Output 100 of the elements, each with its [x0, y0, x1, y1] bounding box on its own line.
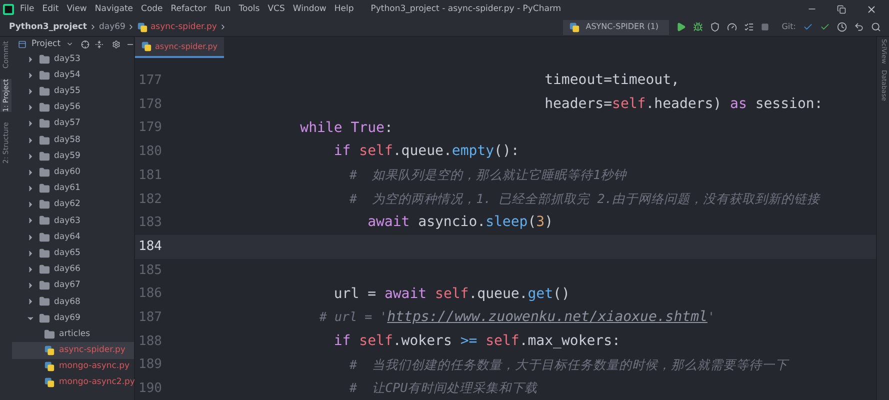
breadcrumb-item[interactable]: Python3_project	[9, 20, 87, 34]
line-number: 187	[138, 308, 162, 327]
tree-label: day56	[54, 101, 80, 114]
collapse-arrow-icon[interactable]	[26, 152, 35, 161]
folder-icon	[39, 150, 50, 162]
collapse-arrow-icon[interactable]	[26, 70, 35, 80]
collapse-arrow-icon[interactable]	[26, 232, 35, 242]
code-line: # 当我们创建的任务数量，大于目标任务数量的时候，那么就需要等待一下	[348, 356, 788, 374]
concurrency-icon[interactable]	[744, 22, 754, 32]
collapse-arrow-icon[interactable]	[26, 54, 35, 64]
debug-icon[interactable]	[692, 22, 703, 32]
settings-icon[interactable]	[112, 40, 120, 48]
code-line: # url = 'https://www.zuowenku.net/xiaoxue.shtml'	[318, 308, 715, 328]
collapse-arrow-icon[interactable]	[26, 248, 35, 258]
commit-check-icon[interactable]	[820, 22, 830, 32]
tree-label: async-spider.py	[59, 344, 126, 357]
folder-icon	[39, 70, 50, 81]
collapse-arrow-icon[interactable]	[26, 103, 35, 112]
coverage-icon[interactable]	[710, 22, 720, 32]
collapse-arrow-icon[interactable]	[26, 119, 35, 128]
collapse-arrow-icon[interactable]	[26, 281, 35, 290]
collapse-arrow-icon[interactable]	[26, 168, 35, 177]
python-file-icon	[44, 361, 55, 372]
close-icon[interactable]	[866, 4, 877, 14]
locate-icon[interactable]	[81, 40, 90, 48]
tree-item[interactable]: mongo-async2.py	[12, 374, 134, 391]
tree-label: mongo-async.py	[59, 360, 130, 374]
line-number: 178	[138, 96, 162, 114]
line-number: 190	[138, 380, 162, 398]
folder-icon	[39, 312, 50, 324]
menu-item[interactable]: Refactor	[170, 2, 206, 16]
tree-item[interactable]: day69	[12, 310, 134, 326]
breadcrumb-separator-icon	[89, 23, 97, 31]
menu-item[interactable]: Edit	[42, 2, 59, 16]
tree-item[interactable]: day53	[12, 51, 134, 68]
restore-icon[interactable]	[837, 4, 846, 14]
collapse-arrow-icon[interactable]	[26, 136, 35, 145]
tree-item[interactable]: day57	[12, 116, 134, 132]
line-number: 181	[138, 166, 162, 185]
tree-item[interactable]: day64	[12, 229, 134, 246]
line-number: 189	[138, 356, 162, 374]
folder-icon	[39, 280, 50, 292]
tree-label: day55	[54, 85, 80, 98]
folder-icon	[39, 232, 50, 243]
menu-item[interactable]: Run	[214, 2, 231, 16]
revert-icon[interactable]	[854, 22, 864, 32]
collapse-arrow-icon[interactable]	[26, 216, 35, 226]
tree-item[interactable]: day60	[12, 164, 134, 180]
tree-item[interactable]: day67	[12, 278, 134, 294]
history-icon[interactable]	[837, 22, 847, 32]
menu-item[interactable]: Tools	[238, 2, 260, 16]
folder-icon	[39, 118, 50, 130]
tree-item[interactable]: day66	[12, 261, 134, 278]
code-line: timeout=timeout,	[544, 71, 680, 90]
tree-item[interactable]: day65	[12, 245, 134, 262]
tree-item[interactable]: day58	[12, 132, 134, 148]
tree-item[interactable]: day56	[12, 100, 134, 116]
tree-item[interactable]: day63	[12, 212, 134, 230]
tree-item[interactable]: day54	[12, 67, 134, 84]
project-icon	[18, 40, 26, 48]
tree-item[interactable]: day68	[12, 294, 134, 310]
stop-icon[interactable]	[760, 23, 769, 31]
tree-item[interactable]: day62	[12, 196, 134, 213]
update-check-icon[interactable]	[803, 22, 813, 32]
run-icon[interactable]	[676, 22, 686, 32]
code-line: headers=self.headers) as session:	[544, 95, 823, 114]
collapse-arrow-icon[interactable]	[26, 265, 35, 274]
tree-item[interactable]: day59	[12, 148, 134, 164]
panel-title[interactable]: Project	[31, 38, 61, 50]
collapse-arrow-icon[interactable]	[26, 184, 35, 194]
line-number: 182	[138, 190, 162, 209]
collapse-arrow-icon[interactable]	[26, 200, 35, 210]
folder-icon	[39, 296, 50, 308]
menu-item[interactable]: File	[20, 2, 34, 16]
code-line: # 为空的两种情况，1. 已经全部抓取完 2.由于网络问题，没有获取到新的链接	[348, 190, 820, 208]
breadcrumb-item[interactable]: day69	[99, 20, 126, 34]
tree-item[interactable]: mongo-async.py	[12, 358, 134, 375]
dropdown-caret-icon[interactable]	[66, 40, 74, 48]
profile-icon[interactable]	[726, 22, 737, 32]
tree-item[interactable]: articles	[12, 326, 134, 342]
tree-item[interactable]: day61	[12, 180, 134, 197]
menu-item[interactable]: Code	[141, 2, 163, 16]
tree-label: day64	[54, 230, 80, 244]
collapse-arrow-icon[interactable]	[26, 86, 35, 96]
collapse-all-icon[interactable]	[94, 40, 104, 48]
menu-item[interactable]: Window	[292, 2, 326, 16]
menu-item[interactable]: Help	[334, 2, 354, 16]
collapse-arrow-icon[interactable]	[26, 297, 35, 306]
menu-item[interactable]: Navigate	[94, 2, 134, 16]
menu-item[interactable]: View	[66, 2, 87, 16]
search-icon[interactable]	[871, 22, 881, 32]
tree-label: day66	[54, 263, 80, 276]
window-title: Python3_project - async-spider.py - PyCharm	[370, 2, 562, 16]
tree-label: day57	[54, 117, 80, 130]
tree-item[interactable]: day55	[12, 83, 134, 100]
folder-icon	[39, 54, 50, 65]
code-line: # 如果队列是空的，那么就让它睡眠等待1秒钟	[348, 166, 627, 184]
menu-item[interactable]: VCS	[268, 2, 285, 16]
run-config-dropdown[interactable]: ASYNC-SPIDER (1)	[562, 20, 669, 34]
breadcrumb-item[interactable]: async-spider.py	[150, 20, 217, 34]
